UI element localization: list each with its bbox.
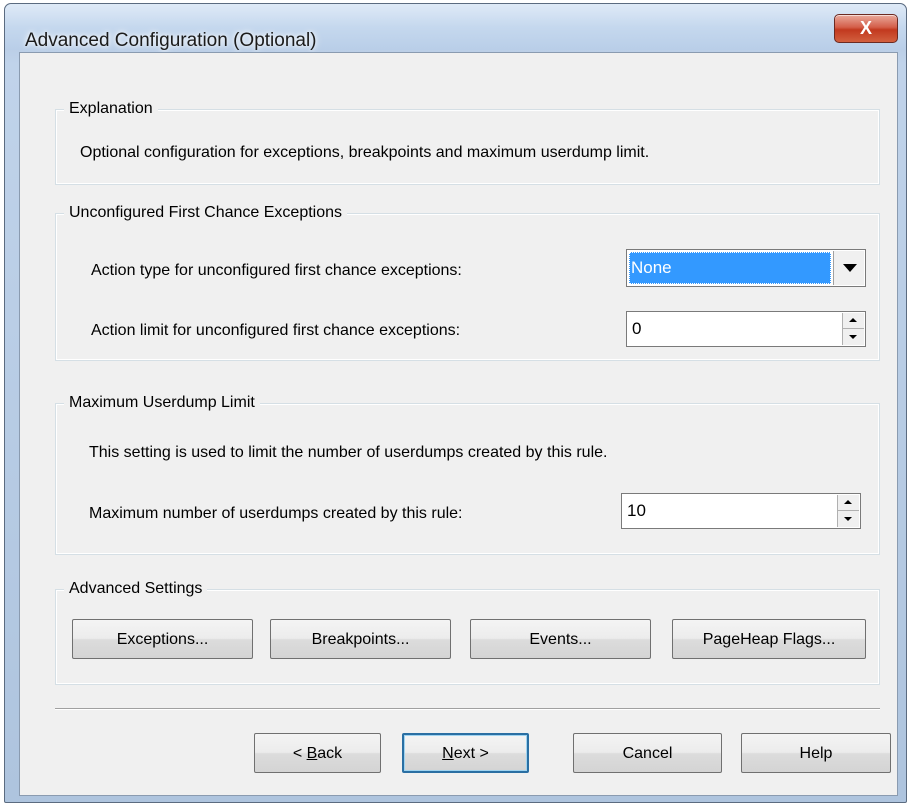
action-limit-spin-buttons [842,313,864,345]
title-bar[interactable]: Advanced Configuration (Optional) X [5,4,906,51]
next-label-rest: ext > [453,745,489,762]
chevron-down-icon[interactable] [833,251,864,285]
back-accelerator: B [306,745,318,762]
dialog-window: Advanced Configuration (Optional) X Expl… [4,3,907,803]
back-label-rest: ack [317,745,343,762]
action-type-combo[interactable]: None [626,249,866,287]
max-userdumps-value[interactable]: 10 [627,494,646,528]
arrow-up-icon[interactable] [843,313,864,329]
back-label-prefix: < [292,745,307,762]
max-userdumps-spin-buttons [837,495,859,527]
cancel-button[interactable]: Cancel [573,733,722,773]
explanation-group: Explanation Optional configuration for e… [55,99,880,185]
explanation-text: Optional configuration for exceptions, b… [80,144,650,161]
next-accelerator: N [442,745,454,762]
userdump-description: This setting is used to limit the number… [89,444,608,461]
action-limit-spinner[interactable]: 0 [626,311,866,347]
action-type-selected: None [629,252,831,284]
pageheap-flags-button[interactable]: PageHeap Flags... [672,619,866,659]
arrow-up-icon[interactable] [838,495,859,511]
max-userdumps-label: Maximum number of userdumps created by t… [89,505,463,522]
action-limit-label: Action limit for unconfigured first chan… [91,322,461,339]
arrow-down-icon[interactable] [843,329,864,345]
breakpoints-button[interactable]: Breakpoints... [270,619,451,659]
close-icon: X [859,18,872,38]
back-button[interactable]: < Back [254,733,381,773]
explanation-legend: Explanation [64,99,158,119]
arrow-down-icon[interactable] [838,511,859,527]
events-button[interactable]: Events... [470,619,651,659]
action-type-label: Action type for unconfigured first chanc… [91,262,462,279]
first-chance-legend: Unconfigured First Chance Exceptions [64,203,348,223]
exceptions-button[interactable]: Exceptions... [72,619,253,659]
userdump-group: Maximum Userdump Limit This setting is u… [55,393,880,555]
dialog-client-area: Explanation Optional configuration for e… [19,52,898,796]
max-userdumps-spinner[interactable]: 10 [621,493,861,529]
action-limit-value[interactable]: 0 [632,312,641,346]
close-button[interactable]: X [834,14,898,43]
next-button[interactable]: Next > [402,733,529,773]
help-button[interactable]: Help [741,733,891,773]
footer-separator [55,708,880,710]
window-title: Advanced Configuration (Optional) [25,30,317,51]
userdump-legend: Maximum Userdump Limit [64,393,260,413]
advanced-settings-legend: Advanced Settings [64,579,208,599]
